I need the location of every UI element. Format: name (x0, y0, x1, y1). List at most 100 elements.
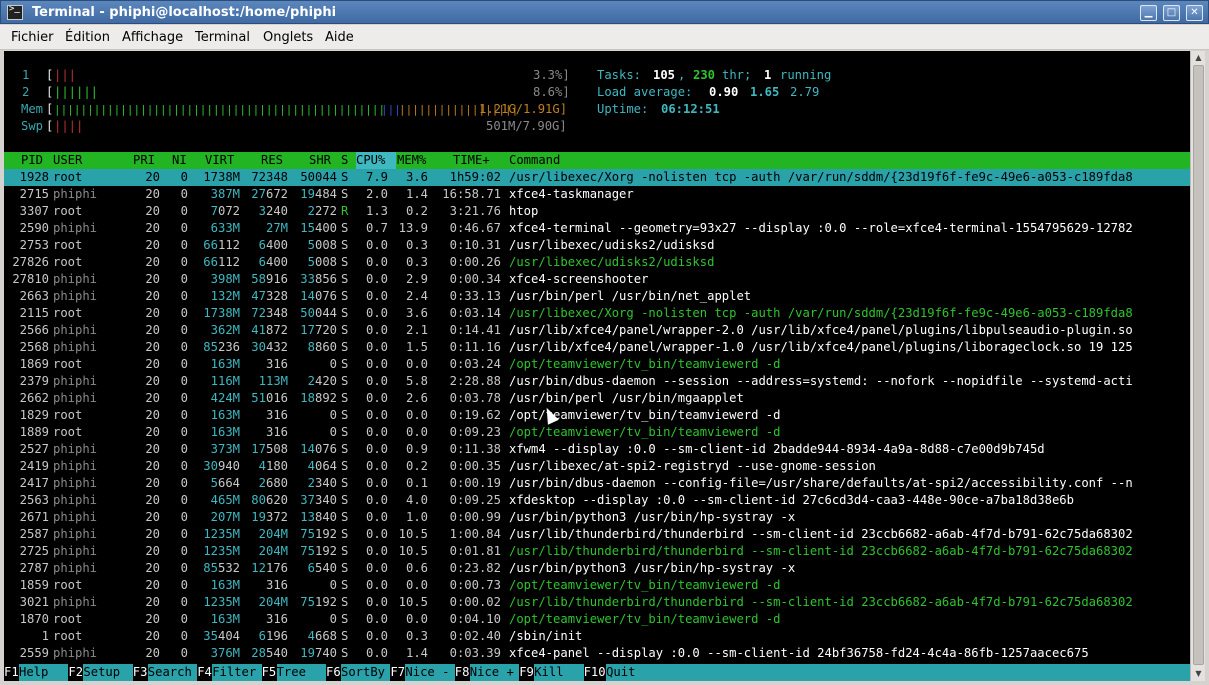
process-row[interactable]: 2527 phiphi 20 0 373M 17508 14076 S 0.0 0.9 0:11.3… (4, 441, 1190, 458)
col-state[interactable]: S (341, 152, 348, 169)
cell-s: S (341, 459, 349, 473)
scroll-up-arrow-icon[interactable]: ▲ (1193, 53, 1204, 63)
terminal-area[interactable]: 1 [ ||| 3.3%] 2 [ |||||| 8.6%] Mem [ |||… (4, 51, 1190, 681)
cell-mem: 0.3 (405, 238, 428, 252)
col-res[interactable]: RES (261, 152, 283, 169)
fkey-label-f5[interactable]: Tree (276, 664, 327, 681)
cell-pri: 20 (145, 612, 160, 626)
cell-shr: 50044 (300, 306, 337, 320)
fkey-label-f3[interactable]: Search (147, 664, 198, 681)
process-row[interactable]: 2787 phiphi 20 0 85532 12176 6540 S 0.0 0.6 0:23.8… (4, 560, 1190, 577)
col-mem[interactable]: MEM% (397, 152, 426, 169)
maximize-button[interactable]: □ (1163, 5, 1180, 21)
cell-res: 6400 (258, 238, 288, 252)
process-row[interactable]: 2663 phiphi 20 0 132M 47328 14076 S 0.0 2.4 0:33.1… (4, 288, 1190, 305)
scroll-down-arrow-icon[interactable]: ▼ (1193, 669, 1204, 679)
tasks-line: Tasks: 105 , 230 thr; 1 running (4, 67, 1190, 84)
col-ni[interactable]: NI (172, 152, 187, 169)
cell-time: 0:23.82 (449, 561, 501, 575)
fkey-f4[interactable]: F4 (197, 664, 212, 681)
menu-terminal[interactable]: Terminal (195, 30, 250, 45)
process-row[interactable]: 2662 phiphi 20 0 424M 51016 18892 S 0.0 2.6 0:03.7… (4, 390, 1190, 407)
menu-fichier[interactable]: Fichier (11, 30, 54, 45)
process-row[interactable]: 2559 phiphi 20 0 376M 28540 19740 S 0.0 1.4 0:03.3… (4, 645, 1190, 662)
terminal-app-icon[interactable] (7, 4, 23, 20)
col-user[interactable]: USER (53, 152, 82, 169)
process-row[interactable]: 3307 root 20 0 7072 3240 2272 R 1.3 0.2 3:21.76 hto… (4, 203, 1190, 220)
fkey-label-f2[interactable]: Setup (83, 664, 134, 681)
vertical-scrollbar[interactable]: ▲ ▼ (1190, 51, 1205, 681)
process-row[interactable]: 2417 phiphi 20 0 5664 2680 2340 S 0.0 0.1 0:00.19 /… (4, 475, 1190, 492)
process-row[interactable]: 1870 root 20 0 163M 316 0 S 0.0 0.0 0:04.10/opt/te… (4, 611, 1190, 628)
col-pid[interactable]: PID (21, 152, 43, 169)
fkey-label-f6[interactable]: SortBy (341, 664, 391, 681)
cell-user: phiphi (53, 340, 98, 354)
menu-edition[interactable]: Édition (65, 30, 110, 45)
process-row[interactable]: 2115 root 20 0 1738M 72348 50044 S 0.0 3.6 0:03.14… (4, 305, 1190, 322)
process-row[interactable]: 1859 root 20 0 163M 316 0 S 0.0 0.0 0:00.73/opt/te… (4, 577, 1190, 594)
process-row[interactable]: 2587 phiphi 20 0 1235M 204M 75192 S 0.0 10.5 1:00.… (4, 526, 1190, 543)
fkey-label-f1[interactable]: Help (19, 664, 69, 681)
fkey-f9[interactable]: F9 (519, 664, 534, 681)
process-row-selected[interactable]: 1928 root 20 0 1738M 72348 50044 S 7.9 3.6 1h59:02… (4, 169, 1190, 186)
fkey-f10[interactable]: F10 (583, 664, 606, 681)
process-row[interactable]: 2568 phiphi 20 0 85236 30432 8860 S 0.0 1.5 0:11.1… (4, 339, 1190, 356)
process-row[interactable]: 27826 root 20 0 66112 6400 5008 S 0.0 0.3 0:00.26 /… (4, 254, 1190, 271)
cell-pid: 3021 (19, 595, 49, 609)
cell-time: 0:03.78 (449, 391, 501, 405)
process-row[interactable]: 27810 phiphi 20 0 398M 58916 33856 S 0.0 2.9 0:00.… (4, 271, 1190, 288)
process-row[interactable]: 3021 phiphi 20 0 1235M 204M 75192 S 0.0 10.5 0:00.… (4, 594, 1190, 611)
fkey-f1[interactable]: F1 (4, 664, 19, 681)
process-row[interactable]: 2725 phiphi 20 0 1235M 204M 75192 S 0.0 10.5 0:01.… (4, 543, 1190, 560)
fkey-label-f9[interactable]: Kill (534, 664, 585, 681)
fkey-f8[interactable]: F8 (454, 664, 470, 681)
cell-s: S (341, 255, 349, 269)
process-row[interactable]: 2379 phiphi 20 0 116M 113M 2420 S 0.0 5.8 2:28.88 /… (4, 373, 1190, 390)
process-row[interactable]: 2753 root 20 0 66112 6400 5008 S 0.0 0.3 0:10.31/u… (4, 237, 1190, 254)
scrollbar-thumb[interactable] (1193, 65, 1204, 665)
cell-cpu: 0.0 (365, 578, 388, 592)
cell-res: 316 (265, 578, 288, 592)
cell-user: root (53, 578, 83, 592)
fkey-label-f4[interactable]: Filter (212, 664, 263, 681)
process-row[interactable]: 1889 root 20 0 163M 316 0 S 0.0 0.0 0:09.23/opt/te… (4, 424, 1190, 441)
process-table-header[interactable]: PID USER PRI NI VIRT RES SHR S CPU% MEM%… (4, 152, 1190, 169)
minimize-button[interactable]: ▁ (1140, 5, 1157, 21)
col-pri[interactable]: PRI (133, 152, 155, 169)
tasks-count: 105 (653, 68, 676, 82)
fkey-f2[interactable]: F2 (68, 664, 84, 681)
fkey-label-f10[interactable]: Quit (606, 664, 1190, 681)
fkey-label-f8[interactable]: Nice + (469, 664, 520, 681)
cell-time: 0:10.31 (449, 238, 501, 252)
process-row[interactable]: 2671 phiphi 20 0 207M 19372 13840 S 0.0 1.0 0:00.9… (4, 509, 1190, 526)
col-cpu-sorted[interactable]: CPU% (356, 152, 396, 169)
close-button[interactable]: ✕ (1186, 5, 1203, 21)
menu-affichage[interactable]: Affichage (122, 30, 183, 45)
cell-time: 0:03.39 (449, 646, 501, 660)
col-time[interactable]: TIME+ (453, 152, 490, 169)
fkey-label-f7[interactable]: Nice - (405, 664, 456, 681)
fkey-f7[interactable]: F7 (390, 664, 406, 681)
col-virt[interactable]: VIRT (205, 152, 234, 169)
fkey-f6[interactable]: F6 (326, 664, 341, 681)
col-command[interactable]: Command (509, 152, 560, 169)
process-row[interactable]: 1829 root 20 0 163M 316 0 S 0.0 0.0 0:19.62/opt/te… (4, 407, 1190, 424)
process-row[interactable]: 1 root 20 0 35404 6196 4668 S 0.0 0.3 0:02.40/sbin… (4, 628, 1190, 645)
menu-aide[interactable]: Aide (325, 30, 354, 45)
cell-mem: 0.9 (405, 442, 428, 456)
process-row[interactable]: 2563 phiphi 20 0 465M 80620 37340 S 0.0 4.0 0:09.2… (4, 492, 1190, 509)
process-row[interactable]: 2715 phiphi 20 0 387M 27672 19484 S 2.0 1.4 16:58.… (4, 186, 1190, 203)
menu-onglets[interactable]: Onglets (263, 30, 313, 45)
cell-user: phiphi (53, 442, 98, 456)
fkey-f3[interactable]: F3 (132, 664, 148, 681)
cell-shr: 6540 (307, 561, 337, 575)
fkey-f5[interactable]: F5 (261, 664, 277, 681)
process-row[interactable]: 2419 phiphi 20 0 30940 4180 4064 S 0.0 0.2 0:00.35… (4, 458, 1190, 475)
process-row[interactable]: 2566 phiphi 20 0 362M 41872 17720 S 0.0 2.1 0:14.4… (4, 322, 1190, 339)
process-row[interactable]: 2590 phiphi 20 0 633M 27M 15400 S 0.7 13.9 0:46.67… (4, 220, 1190, 237)
window-titlebar[interactable]: Terminal - phiphi@localhost:/home/phiphi… (0, 0, 1209, 24)
col-shr[interactable]: SHR (309, 152, 331, 169)
process-row[interactable]: 1869 root 20 0 163M 316 0 S 0.0 0.0 0:03.24/opt/te… (4, 356, 1190, 373)
cell-user: phiphi (53, 374, 98, 388)
cell-virt: 66112 (203, 255, 240, 269)
